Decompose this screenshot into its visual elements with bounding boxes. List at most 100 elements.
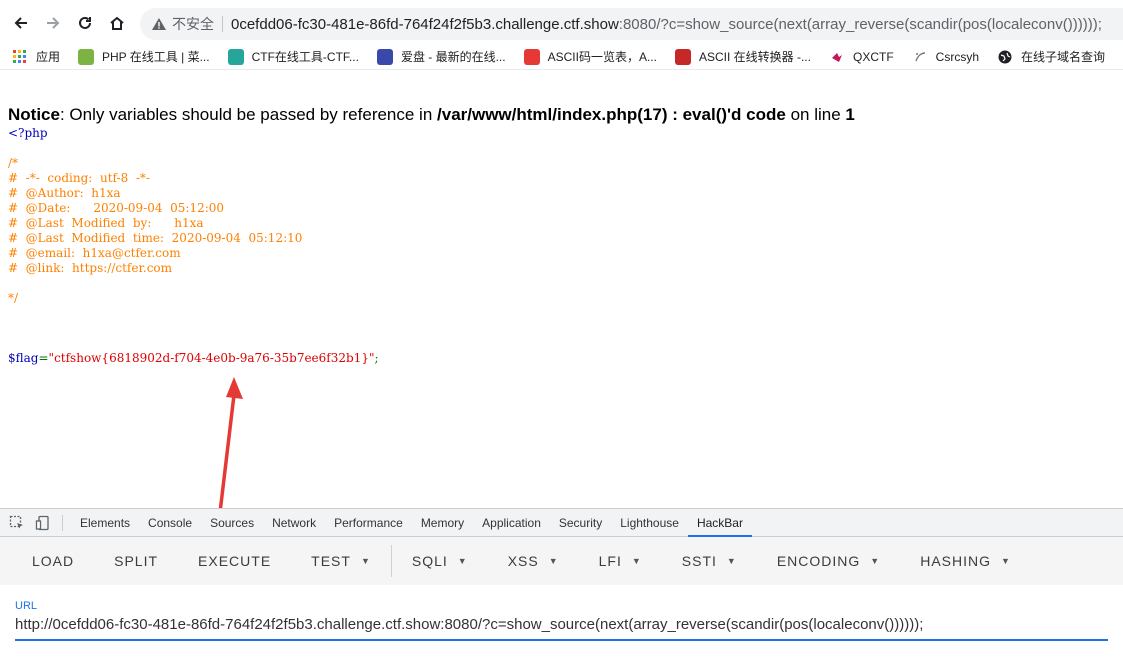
qxctf-icon xyxy=(829,49,845,65)
csrcsyh-icon xyxy=(912,49,928,65)
devtools-tab-memory[interactable]: Memory xyxy=(412,509,473,537)
devtools-tab-application[interactable]: Application xyxy=(473,509,550,537)
flag-string: "ctfshow{6818902d-f704-4e0b-9a76-35b7ee6… xyxy=(48,351,375,365)
notice-line-number: 1 xyxy=(845,105,855,124)
dropdown-caret-icon: ▼ xyxy=(360,556,371,566)
notice-message: : Only variables should be passed by ref… xyxy=(59,105,438,124)
omnibox-separator xyxy=(222,16,223,32)
devtools-tab-hackbar[interactable]: HackBar xyxy=(687,509,752,537)
globe-icon xyxy=(997,49,1013,65)
hackbar-encoding-button[interactable]: ENCODING ▼ xyxy=(757,537,900,585)
hackbar-url-area: URL http://0cefdd06-fc30-481e-86fd-764f2… xyxy=(0,585,1123,672)
url-path: :8080/?c=show_source(next(array_reverse(… xyxy=(618,15,1102,33)
bookmark-item[interactable]: 在线子域名查询 xyxy=(997,48,1105,65)
bookmark-label: ASCII 在线转换器 -... xyxy=(698,50,811,64)
ctf-tool-icon xyxy=(227,48,244,65)
source-code: <?php /* # -*- coding: utf-8 -*- # @Auth… xyxy=(8,126,379,366)
dropdown-caret-icon: ▼ xyxy=(726,556,737,566)
bookmark-label: CTF在线工具-CTF... xyxy=(251,50,359,64)
hackbar-ssti-button[interactable]: SSTI ▼ xyxy=(662,537,757,585)
bookmark-item[interactable]: PHP 在线工具 | 菜... xyxy=(78,48,210,65)
bookmark-label: 爱盘 - 最新的在线... xyxy=(400,50,506,64)
url-host: 0cefdd06-fc30-481e-86fd-764f24f2f5b3.cha… xyxy=(231,15,619,33)
devtools-tab-security[interactable]: Security xyxy=(550,509,611,537)
hackbar-test-button[interactable]: TEST ▼ xyxy=(291,537,391,585)
assign-operator: = xyxy=(38,351,49,365)
dropdown-caret-icon: ▼ xyxy=(548,556,559,566)
hackbar-lfi-button[interactable]: LFI ▼ xyxy=(579,537,662,585)
bookmark-label: 在线子域名查询 xyxy=(1021,50,1106,64)
dropdown-caret-icon: ▼ xyxy=(1001,556,1011,566)
button-label: EXECUTE xyxy=(198,553,272,569)
devtools-tab-network[interactable]: Network xyxy=(263,509,325,537)
button-label: LOAD xyxy=(32,553,75,569)
bookmark-item[interactable]: CTF在线工具-CTF... xyxy=(227,48,359,65)
button-label: TEST xyxy=(311,553,351,569)
aipan-icon xyxy=(376,48,393,65)
devtools-tab-sources[interactable]: Sources xyxy=(201,509,263,537)
inspect-element-icon[interactable] xyxy=(8,514,26,532)
notice-on-line: on line xyxy=(785,105,846,124)
insecure-label: 不安全 xyxy=(172,16,214,32)
hackbar-toolbar: LOAD SPLIT EXECUTE TEST ▼ SQLI ▼ XSS ▼ LFI ▼ SSTI ▼ E… xyxy=(0,537,1123,585)
dropdown-caret-icon: ▼ xyxy=(457,556,468,566)
url-label: URL xyxy=(15,600,38,612)
bookmark-item[interactable]: ASCII码一览表，A... xyxy=(523,48,657,65)
semicolon: ; xyxy=(374,351,379,365)
device-toolbar-icon[interactable] xyxy=(34,514,52,532)
page-content: Notice: Only variables should be passed … xyxy=(0,70,1123,508)
address-url[interactable]: 0cefdd06-fc30-481e-86fd-764f24f2f5b3.cha… xyxy=(231,16,1102,33)
hackbar-sqli-button[interactable]: SQLI ▼ xyxy=(392,537,488,585)
address-bar[interactable]: 不安全 0cefdd06-fc30-481e-86fd-764f24f2f5b3… xyxy=(140,8,1123,40)
button-label: XSS xyxy=(507,553,539,569)
hackbar-hashing-button[interactable]: HASHING ▼ xyxy=(900,537,1031,585)
bookmark-label: Csrcsyh xyxy=(935,49,979,64)
hackbar-load-button[interactable]: LOAD xyxy=(0,537,94,585)
apps-grid-icon xyxy=(12,49,28,65)
button-label: SQLI xyxy=(411,553,448,569)
hackbar-split-button[interactable]: SPLIT xyxy=(94,537,178,585)
bookmark-label: 应用 xyxy=(36,50,61,64)
warning-icon[interactable] xyxy=(150,15,168,33)
ascii-table-icon xyxy=(523,48,540,65)
devtools-tab-elements[interactable]: Elements xyxy=(71,509,139,537)
button-label: SSTI xyxy=(681,553,717,569)
browser-navbar: 不安全 0cefdd06-fc30-481e-86fd-764f24f2f5b3… xyxy=(0,0,1123,44)
php-tool-icon xyxy=(78,48,95,65)
button-label: HASHING xyxy=(920,553,991,569)
reload-icon[interactable] xyxy=(74,12,96,34)
php-notice: Notice: Only variables should be passed … xyxy=(8,105,855,125)
tabbar-divider xyxy=(62,514,63,531)
bookmark-item[interactable]: 应用 xyxy=(12,48,60,65)
bookmark-item[interactable]: QXCTF xyxy=(829,49,894,65)
bookmark-item[interactable]: ASCII 在线转换器 -... xyxy=(674,48,811,65)
url-textarea[interactable]: http://0cefdd06-fc30-481e-86fd-764f24f2f… xyxy=(15,616,1108,641)
notice-label: Notice xyxy=(8,105,60,124)
flag-variable: $flag xyxy=(8,351,39,365)
code-comment: /* # -*- coding: utf-8 -*- # @Author: h1… xyxy=(8,156,303,305)
ascii-converter-icon xyxy=(674,48,691,65)
bookmark-label: ASCII码一览表，A... xyxy=(547,50,657,64)
devtools-tab-performance[interactable]: Performance xyxy=(325,509,412,537)
dropdown-caret-icon: ▼ xyxy=(870,556,881,566)
button-label: LFI xyxy=(598,553,622,569)
devtools-tab-lighthouse[interactable]: Lighthouse xyxy=(611,509,688,537)
bookmark-item[interactable]: Csrcsyh xyxy=(912,49,979,65)
button-label: SPLIT xyxy=(114,553,159,569)
back-icon[interactable] xyxy=(10,12,32,34)
hackbar-xss-button[interactable]: XSS ▼ xyxy=(488,537,579,585)
forward-icon[interactable] xyxy=(42,12,64,34)
bookmark-label: QXCTF xyxy=(852,49,894,64)
bookmarks-bar: 应用 PHP 在线工具 | 菜... CTF在线工具-CTF... 爱盘 - 最新的在… xyxy=(0,44,1123,70)
php-open-tag: <?php xyxy=(8,126,48,140)
devtools-tab-console[interactable]: Console xyxy=(139,509,201,537)
hackbar-execute-button[interactable]: EXECUTE xyxy=(178,537,291,585)
notice-file: /var/www/html/index.php(17) : eval()'d c… xyxy=(437,105,786,124)
devtools-panel: Elements Console Sources Network Performance… xyxy=(0,508,1123,672)
home-icon[interactable] xyxy=(106,12,128,34)
button-label: ENCODING xyxy=(776,553,861,569)
bookmark-item[interactable]: 爱盘 - 最新的在线... xyxy=(376,48,506,65)
devtools-tabbar: Elements Console Sources Network Performance… xyxy=(0,509,1123,537)
dropdown-caret-icon: ▼ xyxy=(631,556,642,566)
bookmark-label: PHP 在线工具 | 菜... xyxy=(102,50,210,64)
